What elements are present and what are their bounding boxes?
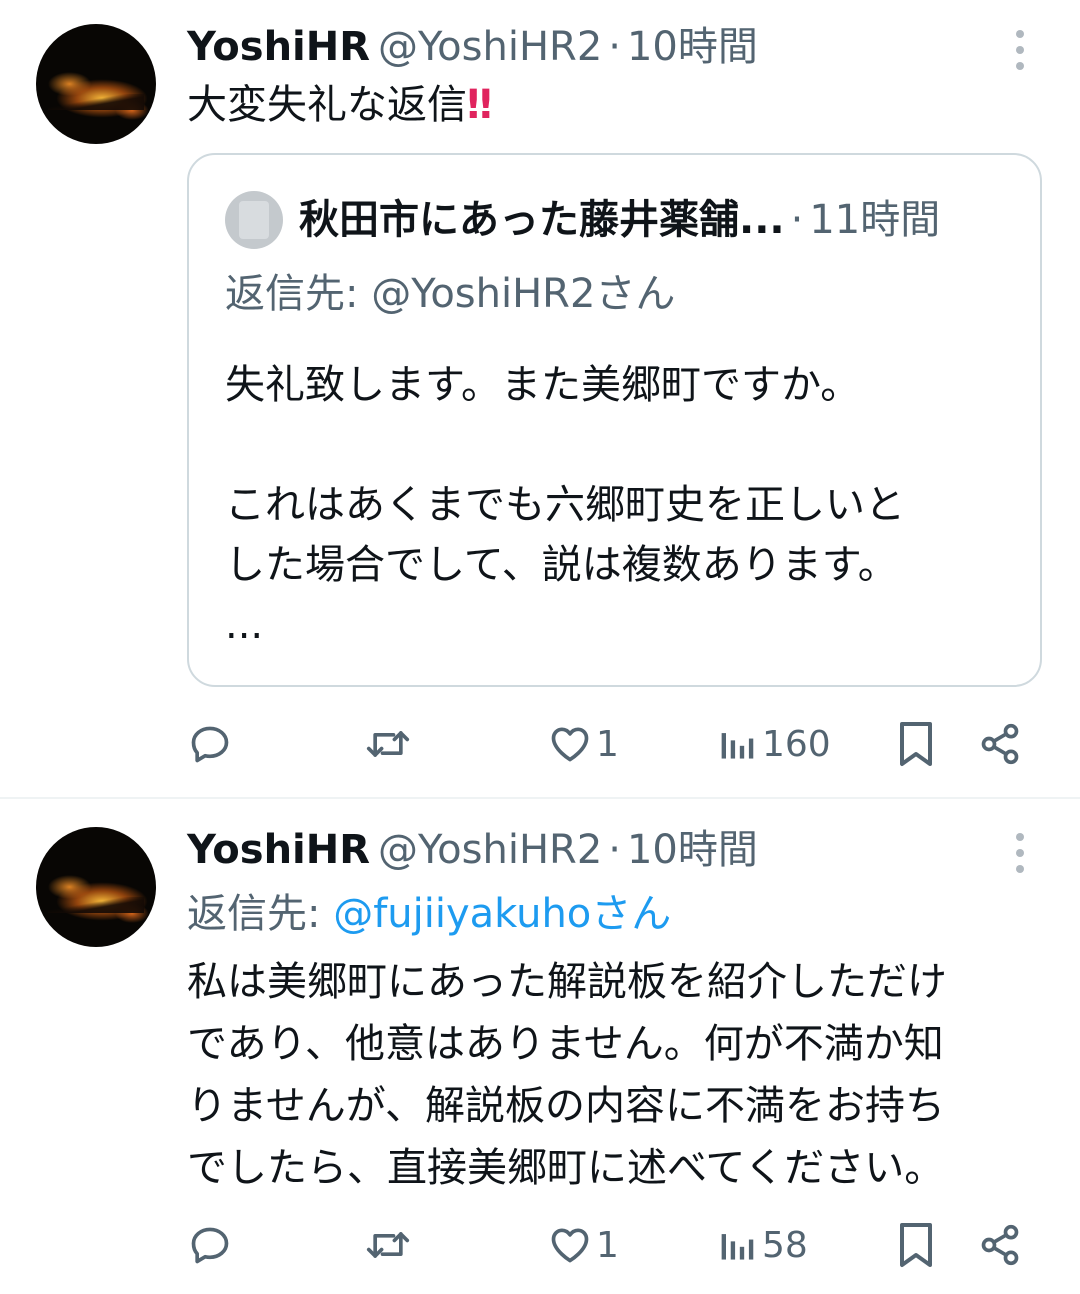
share-button[interactable] [978, 714, 1022, 774]
quoted-text: 失礼致します。また美郷町ですか。 これはあくまでも六郷町史を正しいと した場合で… [225, 355, 1015, 655]
like-count: 1 [596, 723, 619, 765]
share-button[interactable] [978, 1215, 1022, 1275]
views-button[interactable]: 160 [718, 714, 831, 774]
heart-icon [551, 727, 589, 762]
quoted-reply-to: 返信先: @YoshiHR2さん [225, 267, 675, 321]
quoted-line: これはあくまでも六郷町史を正しいと [225, 482, 905, 528]
quoted-blank-line [225, 415, 1015, 475]
action-bar: 1 58 [0, 1215, 1080, 1275]
bookmark-icon [900, 722, 932, 766]
avatar[interactable] [36, 24, 156, 144]
reply-to-line: 返信先: @fujiiyakuhoさん [187, 887, 671, 941]
action-bar: 1 160 [0, 714, 1080, 774]
like-count: 1 [596, 1224, 619, 1266]
tweet-header: YoshiHR @YoshiHR2 · 10時間 [187, 22, 758, 72]
tweet-text-content: 大変失礼な返信 [187, 82, 467, 128]
tweet-line: 私は美郷町にあった解説板を紹介しただけ [187, 959, 947, 1005]
quoted-timestamp: 11時間 [809, 197, 941, 243]
reply-button[interactable] [188, 714, 232, 774]
share-icon [981, 1224, 1019, 1266]
like-button[interactable]: 1 [548, 1215, 619, 1275]
tweet-header: YoshiHR @YoshiHR2 · 10時間 [187, 825, 758, 875]
display-name[interactable]: YoshiHR [187, 24, 370, 70]
handle[interactable]: @YoshiHR2 [378, 827, 602, 873]
reply-icon [191, 726, 229, 763]
more-vertical-icon[interactable] [1012, 833, 1028, 873]
quoted-avatar [225, 191, 283, 249]
like-button[interactable]: 1 [548, 714, 619, 774]
repost-button[interactable] [364, 714, 412, 774]
share-icon [981, 723, 1019, 765]
views-icon [721, 1234, 754, 1260]
more-vertical-icon[interactable] [1012, 30, 1028, 70]
tweet-line: りませんが、解説板の内容に不満をお持ち [187, 1083, 945, 1129]
double-exclamation-icon: ‼ [467, 82, 492, 128]
quoted-ellipsis: ... [225, 602, 264, 648]
avatar[interactable] [36, 827, 156, 947]
tweet-text: 私は美郷町にあった解説板を紹介しただけ であり、他意はありません。何が不満か知 … [187, 951, 947, 1199]
tweet[interactable]: YoshiHR @YoshiHR2 · 10時間 大変失礼な返信‼ 秋田市にあった藤井… [0, 0, 1080, 798]
reply-to-link[interactable]: @fujiiyakuhoさん [333, 891, 671, 937]
quoted-display-name: 秋田市にあった藤井薬舗... [299, 197, 785, 243]
views-count: 58 [762, 1224, 808, 1266]
separator-dot: · [608, 827, 621, 873]
quoted-line: 失礼致します。また美郷町ですか。 [225, 362, 861, 408]
reply-button[interactable] [188, 1215, 232, 1275]
repost-icon [366, 1232, 410, 1258]
tweet[interactable]: YoshiHR @YoshiHR2 · 10時間 返信先: @fujiiyakuhoさ… [0, 799, 1080, 1294]
bookmark-button[interactable] [896, 714, 936, 774]
tweet-line: でしたら、直接美郷町に述べてください。 [187, 1145, 945, 1191]
views-button[interactable]: 58 [718, 1215, 808, 1275]
timestamp[interactable]: 10時間 [627, 24, 758, 70]
handle[interactable]: @YoshiHR2 [378, 24, 602, 70]
bookmark-icon [900, 1223, 932, 1267]
timestamp[interactable]: 10時間 [627, 827, 758, 873]
separator-dot: · [790, 197, 804, 243]
heart-icon [551, 1228, 589, 1263]
tweet-text: 大変失礼な返信‼ [187, 76, 492, 134]
reply-prefix: 返信先: [187, 891, 334, 937]
separator-dot: · [608, 24, 621, 70]
views-count: 160 [762, 723, 831, 765]
quoted-header: 秋田市にあった藤井薬舗... · 11時間 [299, 193, 940, 247]
reply-prefix: 返信先: [225, 271, 372, 317]
quoted-tweet[interactable]: 秋田市にあった藤井薬舗... · 11時間 返信先: @YoshiHR2さん 失礼致… [187, 153, 1042, 687]
repost-icon [366, 731, 410, 757]
reply-icon [191, 1227, 229, 1264]
repost-button[interactable] [364, 1215, 412, 1275]
display-name[interactable]: YoshiHR [187, 827, 370, 873]
views-icon [721, 733, 754, 759]
tweet-line: であり、他意はありません。何が不満か知 [187, 1021, 944, 1067]
reply-to-handle: @YoshiHR2さん [371, 271, 676, 317]
bookmark-button[interactable] [896, 1215, 936, 1275]
quoted-line: した場合でして、説は複数あります。 [225, 542, 898, 588]
